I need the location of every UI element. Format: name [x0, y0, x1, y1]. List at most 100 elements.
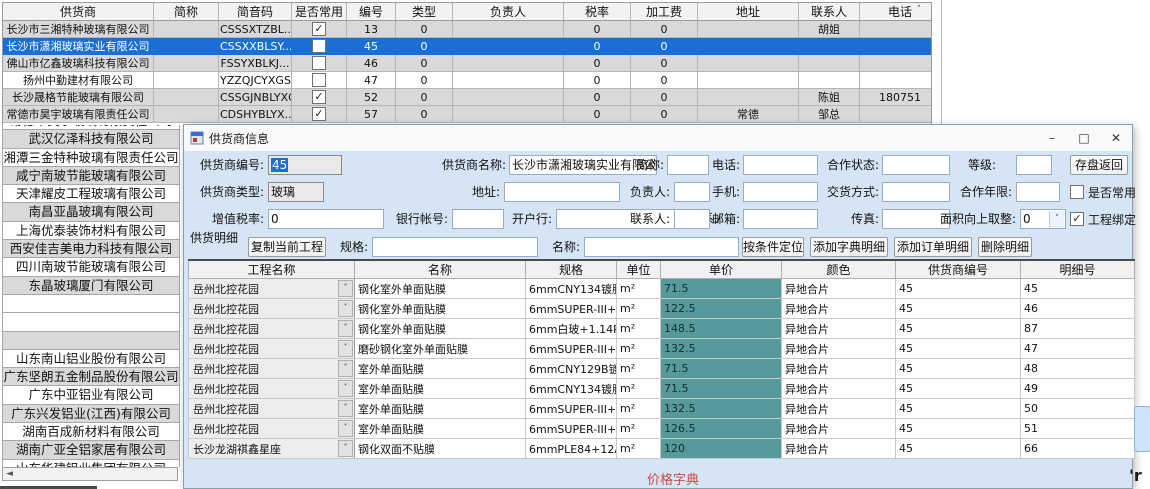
grid-cell-phone[interactable]: [860, 106, 933, 123]
grid-cell-id[interactable]: 52: [347, 89, 396, 106]
checkbox-unchecked-icon[interactable]: [312, 73, 326, 87]
detail-cell-supplier_no[interactable]: 45: [896, 299, 1021, 319]
supplier-list-item[interactable]: 广东中亚铝业有限公司: [3, 386, 179, 404]
detail-cell-project[interactable]: 岳州北控花园˅: [189, 359, 355, 379]
detail-cell-name[interactable]: 室外单面贴膜: [355, 419, 526, 439]
grid-cell-addr[interactable]: [698, 89, 799, 106]
detail-cell-price[interactable]: 71.5: [661, 279, 782, 299]
detail-cell-name[interactable]: 钢化室外单面贴膜: [355, 299, 526, 319]
grid-cell-code[interactable]: YZZQJCYXGS: [219, 72, 292, 89]
grid-cell-manager[interactable]: [453, 72, 564, 89]
grid-cell-phone[interactable]: [860, 72, 933, 89]
supplier-list-item[interactable]: 湘潭三金特种玻璃有限责任公司: [3, 149, 179, 167]
grid-cell-fee[interactable]: 0: [631, 89, 698, 106]
grid-row[interactable]: 长沙市三湘特种玻璃有限公司CSSSXTZBL...✓13000胡姐: [3, 21, 932, 38]
minimize-button[interactable]: –: [1036, 126, 1068, 151]
detail-cell-name[interactable]: 钢化双面不贴膜: [355, 439, 526, 459]
detail-cell-unit[interactable]: m²: [617, 439, 661, 459]
chevron-down-icon[interactable]: ˅: [1049, 211, 1064, 227]
grid-cell-supplier[interactable]: 常德市昊宇玻璃有限责任公司: [3, 106, 154, 123]
grid-cell-supplier[interactable]: 长沙晟格节能玻璃有限公司: [3, 89, 154, 106]
grid-row[interactable]: 常德市昊宇玻璃有限责任公司CDSHYBLYX...✓57000常德邹总: [3, 106, 932, 123]
detail-header-name[interactable]: 名称: [355, 260, 526, 279]
grid-cell-id[interactable]: 57: [347, 106, 396, 123]
supplier-list-item[interactable]: 上海优泰装饰材料有限公司: [3, 222, 179, 240]
supplier-list-item[interactable]: [3, 313, 179, 331]
phone-field[interactable]: [743, 155, 818, 175]
delete-detail-button[interactable]: 删除明细: [978, 237, 1032, 257]
detail-row[interactable]: 岳州北控花园˅室外单面贴膜6mmCNY129B镀膜钢化m²71.5异地合片454…: [189, 359, 1135, 379]
supplier-type-field[interactable]: 玻璃: [268, 182, 324, 202]
checkbox-checked-icon[interactable]: ✓: [312, 22, 326, 36]
dialog-titlebar[interactable]: 供货商信息 – □ ✕: [184, 125, 1132, 151]
detail-cell-detail_no[interactable]: 47: [1021, 339, 1135, 359]
detail-cell-unit[interactable]: m²: [617, 419, 661, 439]
supplier-list-item[interactable]: 武汉亿泽科技有限公司: [3, 130, 179, 148]
chevron-down-icon[interactable]: ˅: [338, 340, 353, 357]
detail-header-price[interactable]: 单价: [661, 260, 782, 279]
scrollbar-left-icon[interactable]: ◄: [6, 468, 13, 480]
grid-cell-contact[interactable]: [799, 38, 860, 55]
grid-cell-code[interactable]: CDSHYBLYX...: [219, 106, 292, 123]
grid-cell-abbr[interactable]: [154, 106, 219, 123]
supplier-list-item[interactable]: [3, 332, 179, 350]
abbr-field[interactable]: [667, 155, 709, 175]
grid-cell-addr[interactable]: [698, 21, 799, 38]
grid-cell-supplier[interactable]: 长沙市潇湘玻璃实业有限公司: [3, 38, 154, 55]
detail-cell-supplier_no[interactable]: 45: [896, 339, 1021, 359]
detail-cell-project[interactable]: 长沙龙湖祺鑫星座˅: [189, 439, 355, 459]
detail-cell-detail_no[interactable]: 49: [1021, 379, 1135, 399]
grid-cell-addr[interactable]: [698, 55, 799, 72]
grid-cell-common[interactable]: ✓: [292, 21, 347, 38]
address-field[interactable]: [504, 182, 620, 202]
grid-cell-contact[interactable]: 陈姐: [799, 89, 860, 106]
grid-cell-addr[interactable]: [698, 38, 799, 55]
detail-cell-price[interactable]: 71.5: [661, 359, 782, 379]
grid-cell-manager[interactable]: [453, 89, 564, 106]
scrollbar-up-icon[interactable]: ˄: [912, 3, 926, 17]
detail-cell-detail_no[interactable]: 87: [1021, 319, 1135, 339]
detail-cell-supplier_no[interactable]: 45: [896, 419, 1021, 439]
email-field[interactable]: [743, 209, 818, 229]
grid-cell-manager[interactable]: [453, 106, 564, 123]
detail-cell-color[interactable]: 异地合片: [782, 419, 896, 439]
grid-cell-fee[interactable]: 0: [631, 106, 698, 123]
detail-cell-detail_no[interactable]: 51: [1021, 419, 1135, 439]
grid-cell-tax[interactable]: 0: [564, 106, 631, 123]
chevron-down-icon[interactable]: ˅: [338, 400, 353, 417]
detail-cell-project[interactable]: 岳州北控花园˅: [189, 339, 355, 359]
detail-cell-unit[interactable]: m²: [617, 399, 661, 419]
detail-cell-name[interactable]: 室外单面贴膜: [355, 379, 526, 399]
scrollbar-thumb[interactable]: [1134, 406, 1150, 452]
detail-cell-color[interactable]: 异地合片: [782, 299, 896, 319]
detail-cell-unit[interactable]: m²: [617, 379, 661, 399]
grade-field[interactable]: [1016, 155, 1052, 175]
add-order-detail-button[interactable]: 添加订单明细: [894, 237, 972, 257]
grid-cell-fee[interactable]: 0: [631, 72, 698, 89]
detail-cell-color[interactable]: 异地合片: [782, 319, 896, 339]
grid-cell-type[interactable]: 0: [396, 72, 453, 89]
supplier-list-item[interactable]: 湖南广亚全铝家居有限公司: [3, 441, 179, 459]
detail-cell-project[interactable]: 岳州北控花园˅: [189, 399, 355, 419]
grid-cell-common[interactable]: ✓: [292, 106, 347, 123]
detail-header-color[interactable]: 颜色: [782, 260, 896, 279]
grid-header-contact[interactable]: 联系人: [799, 3, 860, 21]
detail-cell-spec[interactable]: 6mmCNY129B镀膜钢化: [526, 359, 617, 379]
supplier-list-item[interactable]: [3, 295, 179, 313]
grid-cell-tax[interactable]: 0: [564, 38, 631, 55]
detail-cell-detail_no[interactable]: 50: [1021, 399, 1135, 419]
supplier-list-item[interactable]: 东晶玻璃厦门有限公司: [3, 277, 179, 295]
common-use-checkbox-group[interactable]: 是否常用: [1070, 182, 1136, 202]
detail-cell-detail_no[interactable]: 66: [1021, 439, 1135, 459]
grid-cell-type[interactable]: 0: [396, 89, 453, 106]
detail-cell-unit[interactable]: m²: [617, 279, 661, 299]
detail-cell-price[interactable]: 132.5: [661, 339, 782, 359]
grid-cell-tax[interactable]: 0: [564, 89, 631, 106]
detail-row[interactable]: 岳州北控花园˅室外单面贴膜6mmCNY134镀膜钢化m²71.5异地合片4549: [189, 379, 1135, 399]
detail-cell-color[interactable]: 异地合片: [782, 359, 896, 379]
detail-cell-project[interactable]: 岳州北控花园˅: [189, 299, 355, 319]
grid-cell-id[interactable]: 45: [347, 38, 396, 55]
grid-header-addr[interactable]: 地址: [698, 3, 799, 21]
grid-cell-contact[interactable]: [799, 72, 860, 89]
detail-cell-spec[interactable]: 6mm白玻+1.14PVB+6mm...: [526, 319, 617, 339]
